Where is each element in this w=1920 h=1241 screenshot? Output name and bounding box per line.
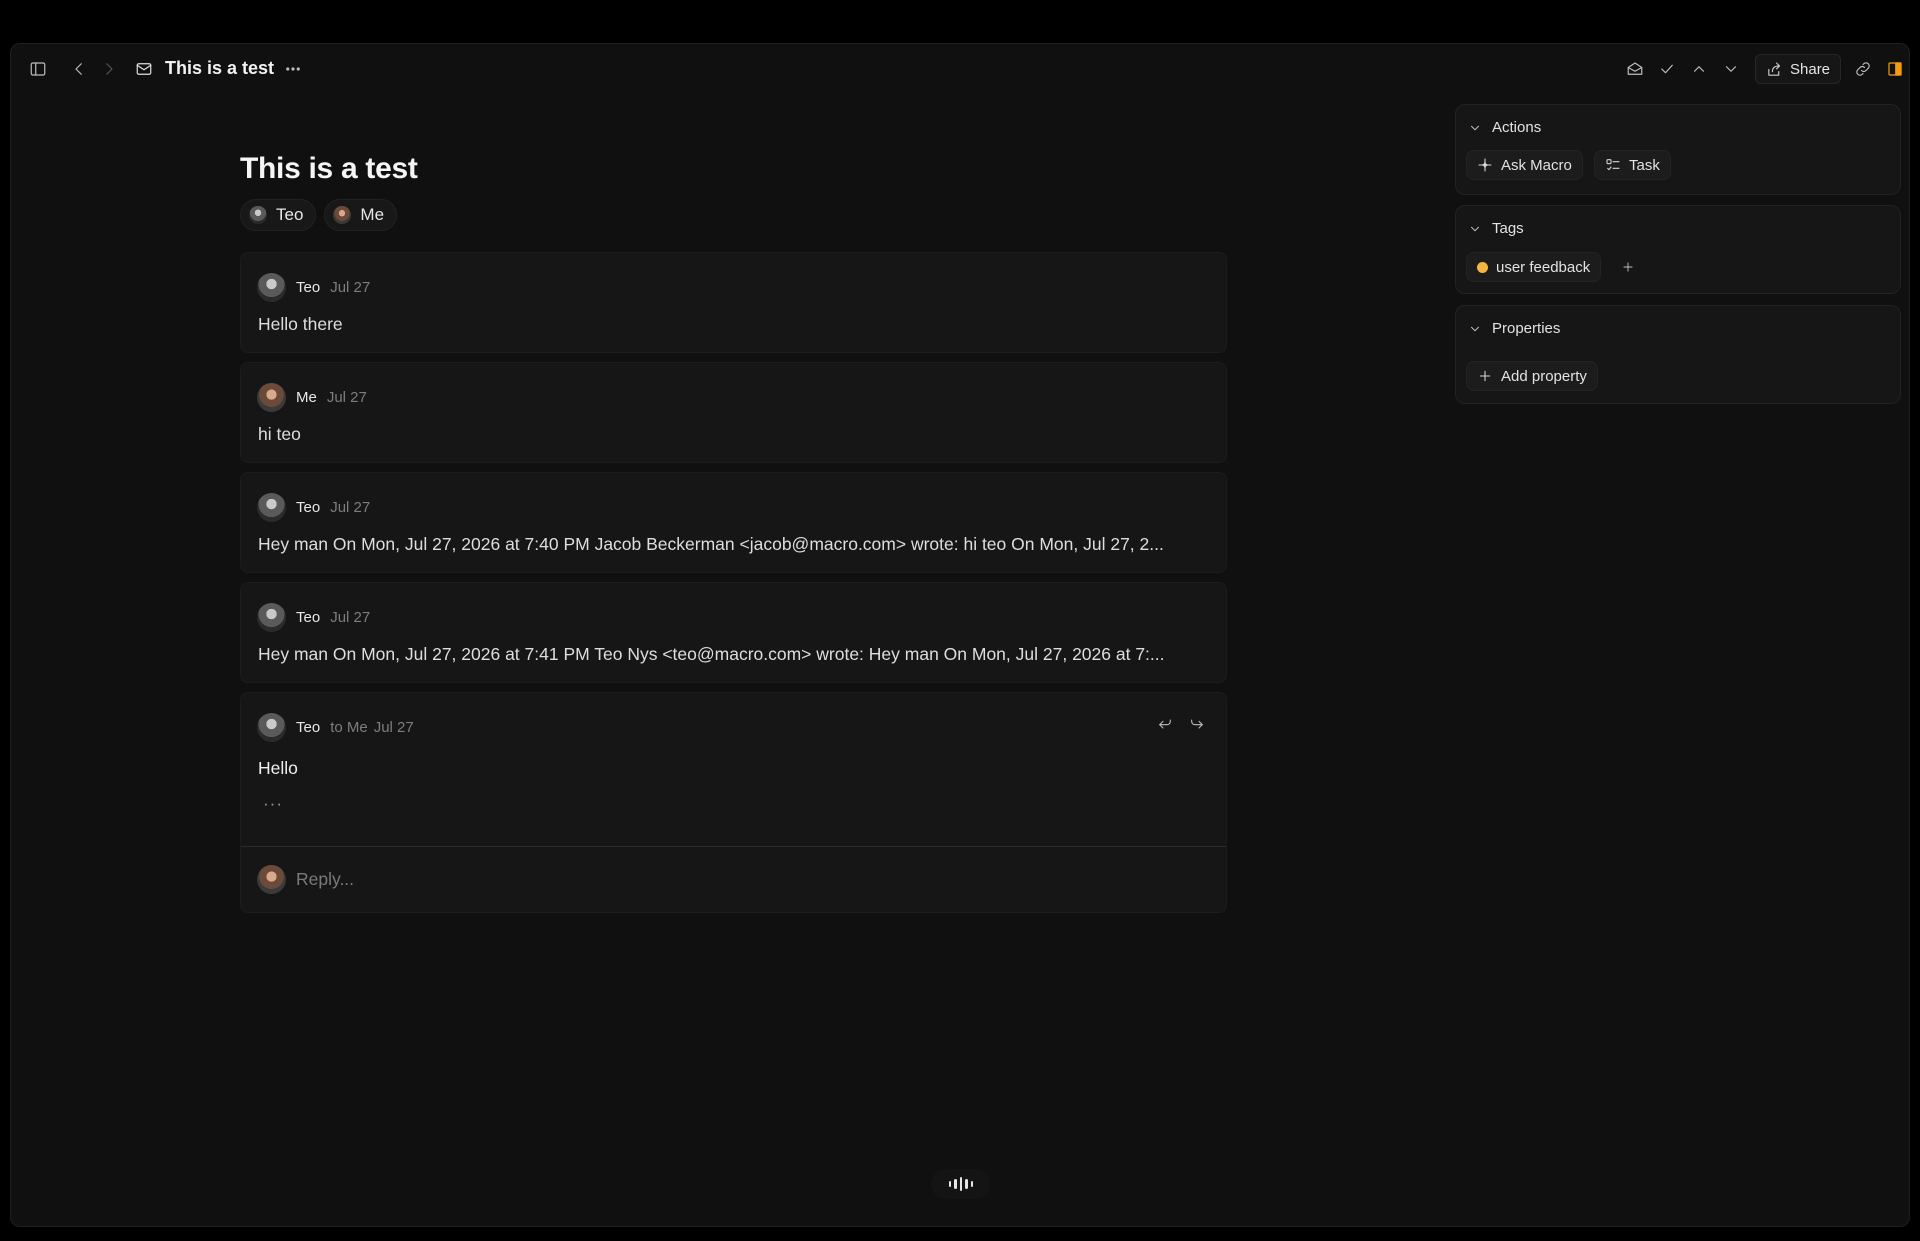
message-card[interactable]: Teo Jul 27 Hey man On Mon, Jul 27, 2026 … — [240, 582, 1227, 683]
actions-header[interactable]: Actions — [1468, 119, 1541, 136]
tags-section: Tags user feedback — [1455, 205, 1901, 294]
mark-unread-icon[interactable] — [1623, 57, 1647, 81]
chevron-down-icon — [1470, 326, 1480, 331]
tag-color-dot — [1477, 261, 1488, 273]
show-quoted-text[interactable]: ··· — [263, 794, 283, 814]
tags-header[interactable]: Tags — [1468, 220, 1524, 237]
sparkle-icon — [1478, 158, 1492, 172]
plus-icon — [1479, 370, 1491, 382]
message-body: Hello — [258, 758, 298, 778]
copy-link-icon[interactable] — [1851, 57, 1875, 81]
next-icon[interactable] — [1719, 57, 1743, 81]
ask-macro-button[interactable]: Ask Macro — [1466, 150, 1583, 180]
reply-box — [257, 865, 1176, 894]
share-button[interactable]: Share — [1755, 54, 1842, 84]
sender-name: Me — [296, 389, 317, 406]
avatar — [257, 713, 286, 742]
share-label: Share — [1790, 60, 1831, 78]
message-body: Hey man On Mon, Jul 27, 2026 at 7:40 PM … — [258, 534, 1164, 554]
back-icon[interactable] — [67, 57, 91, 81]
section-label: Actions — [1492, 119, 1542, 136]
avatar — [257, 493, 286, 522]
sender-name: Teo — [296, 719, 321, 736]
add-tag-icon[interactable] — [1616, 255, 1640, 279]
document-title: This is a test — [165, 58, 275, 78]
chevron-down-icon — [1470, 125, 1480, 130]
message-card[interactable]: Me Jul 27 hi teo — [240, 362, 1227, 463]
avatar — [257, 865, 286, 894]
checklist-icon — [1606, 159, 1620, 171]
more-options-icon[interactable] — [281, 57, 305, 81]
action-label: Task — [1629, 156, 1660, 174]
message-card[interactable]: Teo Jul 27 Hey man On Mon, Jul 27, 2026 … — [240, 472, 1227, 573]
section-label: Tags — [1492, 220, 1524, 237]
message-date: Jul 27 — [326, 389, 367, 406]
tag-chip[interactable]: user feedback — [1466, 252, 1602, 282]
divider — [241, 846, 1226, 847]
forward-icon[interactable] — [1188, 715, 1206, 733]
sender-name: Teo — [296, 279, 321, 296]
top-bar: This is a test Share — [11, 44, 1909, 94]
add-property-button[interactable]: Add property — [1466, 361, 1598, 391]
app-window: This is a test Share This is a test Teo … — [10, 43, 1910, 1227]
thread-title: This is a test — [240, 152, 418, 185]
action-label: Ask Macro — [1501, 156, 1572, 174]
properties-section: Properties Add property — [1455, 305, 1901, 404]
right-panel-toggle-icon[interactable] — [1883, 57, 1907, 81]
message-date: Jul 27 — [373, 719, 414, 736]
avatar — [257, 273, 286, 302]
reply-icon[interactable] — [1156, 715, 1174, 733]
message-date: Jul 27 — [330, 499, 371, 516]
message-date: Jul 27 — [330, 609, 371, 626]
avatar — [257, 603, 286, 632]
mark-done-icon[interactable] — [1655, 57, 1679, 81]
voice-input-button[interactable] — [931, 1169, 991, 1199]
sidebar-toggle-icon[interactable] — [26, 57, 50, 81]
forward-icon[interactable] — [97, 57, 121, 81]
message-body: hi teo — [258, 424, 301, 444]
tag-label: user feedback — [1496, 258, 1591, 276]
avatar — [333, 206, 352, 224]
message-body: Hello there — [258, 314, 343, 334]
add-property-label: Add property — [1501, 367, 1587, 385]
section-label: Properties — [1492, 320, 1561, 337]
participant-chip-me[interactable]: Me — [324, 199, 398, 231]
recipient-label: to Me — [330, 719, 368, 736]
properties-header[interactable]: Properties — [1468, 320, 1560, 337]
message-card[interactable]: Teo Jul 27 Hello there — [240, 252, 1227, 353]
message-date: Jul 27 — [330, 279, 371, 296]
actions-section: Actions Ask Macro Task — [1455, 104, 1901, 195]
task-button[interactable]: Task — [1594, 150, 1671, 180]
participant-chip-teo[interactable]: Teo — [240, 199, 317, 231]
message-body: Hey man On Mon, Jul 27, 2026 at 7:41 PM … — [258, 644, 1165, 664]
chevron-down-icon — [1470, 226, 1480, 231]
expanded-message-card: Teo to Me Jul 27 Hello ··· — [240, 692, 1227, 913]
sender-name: Teo — [296, 499, 321, 516]
avatar — [257, 383, 286, 412]
previous-icon[interactable] — [1687, 57, 1711, 81]
participant-name: Teo — [276, 205, 304, 224]
participant-name: Me — [360, 205, 385, 224]
reply-input[interactable] — [296, 869, 1176, 890]
share-icon — [1768, 62, 1781, 76]
sender-name: Teo — [296, 609, 321, 626]
participants: Teo Me — [240, 199, 398, 231]
mail-icon — [132, 57, 156, 81]
avatar — [249, 206, 267, 224]
